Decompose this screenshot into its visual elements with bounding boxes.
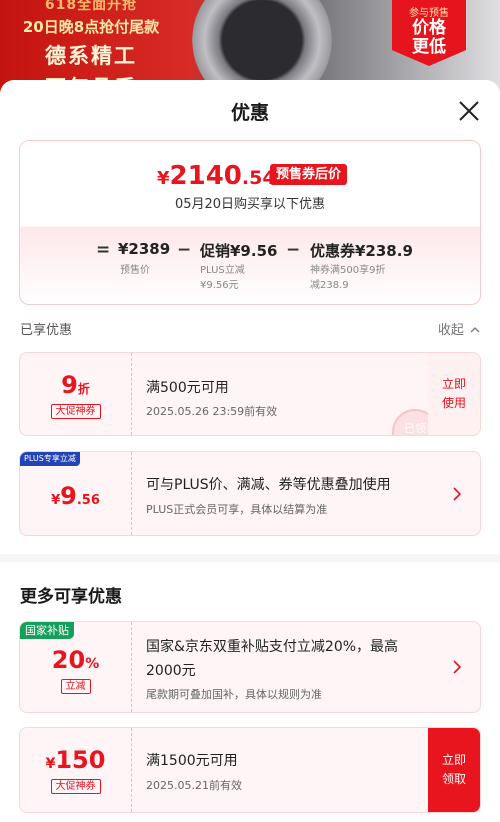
coupon-stub: ¥150 大促神券 xyxy=(20,728,132,812)
coupon-type-tag: 大促神券 xyxy=(50,779,101,794)
coupon-discount: 优惠券¥238.9 xyxy=(310,242,413,260)
final-price-tag: 预售券后价 xyxy=(270,164,348,185)
subsidy-value-unit: % xyxy=(85,656,100,672)
plus-sub: PLUS正式会员可享，具体以结算为准 xyxy=(146,503,328,516)
final-price: ¥2140.54 xyxy=(157,161,276,191)
badge-main-text-1: 价格 xyxy=(412,18,446,38)
subsidy-value: 20% xyxy=(20,646,131,674)
chevron-up-icon xyxy=(470,327,480,333)
use-button-line-2: 使用 xyxy=(441,396,466,410)
subsidy-body: 国家&京东双重补贴支付立减20%，最高 2000元 尾款期可叠加国补，具体以规则… xyxy=(146,622,424,712)
use-button-line-1: 立即 xyxy=(441,377,466,391)
coupon-validity: 2025.05.26 23:59前有效 xyxy=(146,405,278,418)
promo-sub-2: ¥9.56元 xyxy=(200,280,239,291)
use-coupon-button[interactable]: 立即 使用 xyxy=(428,353,480,435)
plus-title: 可与PLUS价、满减、券等优惠叠加使用 xyxy=(146,477,391,493)
coupon-sub-1: 神券满500享9折 xyxy=(310,265,386,276)
coupon-value-number: 9 xyxy=(61,371,78,399)
coupon-stub: 9折 大促神券 xyxy=(20,353,132,435)
coupon-validity: 2025.05.21前有效 xyxy=(146,779,242,792)
plus-value-number: 9 xyxy=(60,482,77,510)
more-section-title: 更多可享优惠 xyxy=(20,587,122,607)
plus-body: 可与PLUS价、满减、券等优惠叠加使用 PLUS正式会员可享，具体以结算为准 xyxy=(146,452,424,535)
price-summary-card: ¥2140.54 预售券后价 05月20日购买享以下优惠 = ¥2389 预售价… xyxy=(19,140,481,305)
badge-main-text-2: 更低 xyxy=(412,37,446,57)
subsidy-value-number: 20 xyxy=(51,646,86,674)
banner-line-2: 20日晚8点抢付尾款 xyxy=(22,18,160,36)
coupon-card: ¥150 大促神券 满1500元可用 2025.05.21前有效 立即领取 xyxy=(19,727,481,813)
coupon-title: 满1500元可用 xyxy=(146,753,238,769)
coupon-card: 9折 大促神券 满500元可用 2025.05.26 23:59前有效 已领 立… xyxy=(19,352,481,436)
minus-operator: − xyxy=(286,240,301,260)
banner-line-3: 德系精工 xyxy=(45,44,137,68)
plus-discount-card[interactable]: PLUS专享立减 ¥9.56 可与PLUS价、满减、券等优惠叠加使用 PLUS正… xyxy=(19,451,481,536)
coupon-title: 满500元可用 xyxy=(146,380,229,396)
plus-value-currency: ¥ xyxy=(51,493,61,508)
price-breakdown: = ¥2389 预售价 − 促销¥9.56 PLUS立减 ¥9.56元 − 优惠… xyxy=(20,238,480,298)
coupon-value: ¥150 xyxy=(20,746,131,774)
subsidy-card[interactable]: 国家补贴 20% 立减 国家&京东双重补贴支付立减20%，最高 2000元 尾款… xyxy=(19,621,481,713)
final-price-integer: 2140 xyxy=(169,161,242,191)
coupon-value-currency: ¥ xyxy=(45,756,56,772)
sheet-title: 优惠 xyxy=(230,102,269,124)
subsidy-sub: 尾款期可叠加国补，具体以规则为准 xyxy=(146,688,322,701)
equals-operator: = xyxy=(96,240,111,260)
collapse-label: 收起 xyxy=(437,323,464,338)
subsidy-stub: 20% 立减 xyxy=(20,622,132,712)
plus-value: ¥9.56 xyxy=(20,482,131,510)
minus-operator: − xyxy=(177,240,192,260)
coupon-value: 9折 xyxy=(20,371,131,399)
coupon-body: 满1500元可用 2025.05.21前有效 xyxy=(146,728,424,812)
coupon-body: 满500元可用 2025.05.26 23:59前有效 xyxy=(146,353,424,435)
subsidy-title-line-1: 国家&京东双重补贴支付立减20%，最高 xyxy=(146,639,399,655)
badge-top-text: 参与预售 xyxy=(409,8,449,19)
purchase-date-line: 05月20日购买享以下优惠 xyxy=(174,197,326,212)
promo-discount: 促销¥9.56 xyxy=(200,242,278,260)
subsidy-tag: 立减 xyxy=(60,679,91,694)
subsidy-title-line-2: 2000元 xyxy=(146,663,196,679)
coupon-sub-2: 减238.9 xyxy=(310,280,349,291)
enjoyed-section-title: 已享优惠 xyxy=(20,323,73,338)
claim-button-line-2: 领取 xyxy=(441,772,466,786)
close-icon[interactable] xyxy=(457,99,481,123)
presale-price-label: 预售价 xyxy=(120,265,150,276)
plus-value-decimal: .56 xyxy=(76,493,100,508)
collapse-button[interactable]: 收起 xyxy=(438,319,480,338)
coupon-value-number: 150 xyxy=(55,746,106,774)
final-price-currency: ¥ xyxy=(157,168,170,189)
presale-badge: 参与预售 价格 更低 xyxy=(392,0,466,66)
chevron-right-icon[interactable] xyxy=(452,658,462,680)
plus-stub: ¥9.56 xyxy=(20,452,132,535)
chevron-right-icon[interactable] xyxy=(452,485,462,507)
section-divider xyxy=(0,554,500,562)
coupon-type-tag: 大促神券 xyxy=(50,404,101,419)
banner-line-1: 618全面开抢 xyxy=(44,0,138,13)
claim-button-line-1: 立即 xyxy=(441,753,466,767)
claim-coupon-button[interactable]: 立即 领取 xyxy=(428,728,480,812)
presale-price: ¥2389 xyxy=(118,240,171,258)
promo-sub-1: PLUS立减 xyxy=(200,265,245,276)
discount-sheet: 优惠 ¥2140.54 预售券后价 05月20日购买享以下优惠 = ¥2389 … xyxy=(0,80,500,822)
coupon-value-unit: 折 xyxy=(77,382,90,396)
